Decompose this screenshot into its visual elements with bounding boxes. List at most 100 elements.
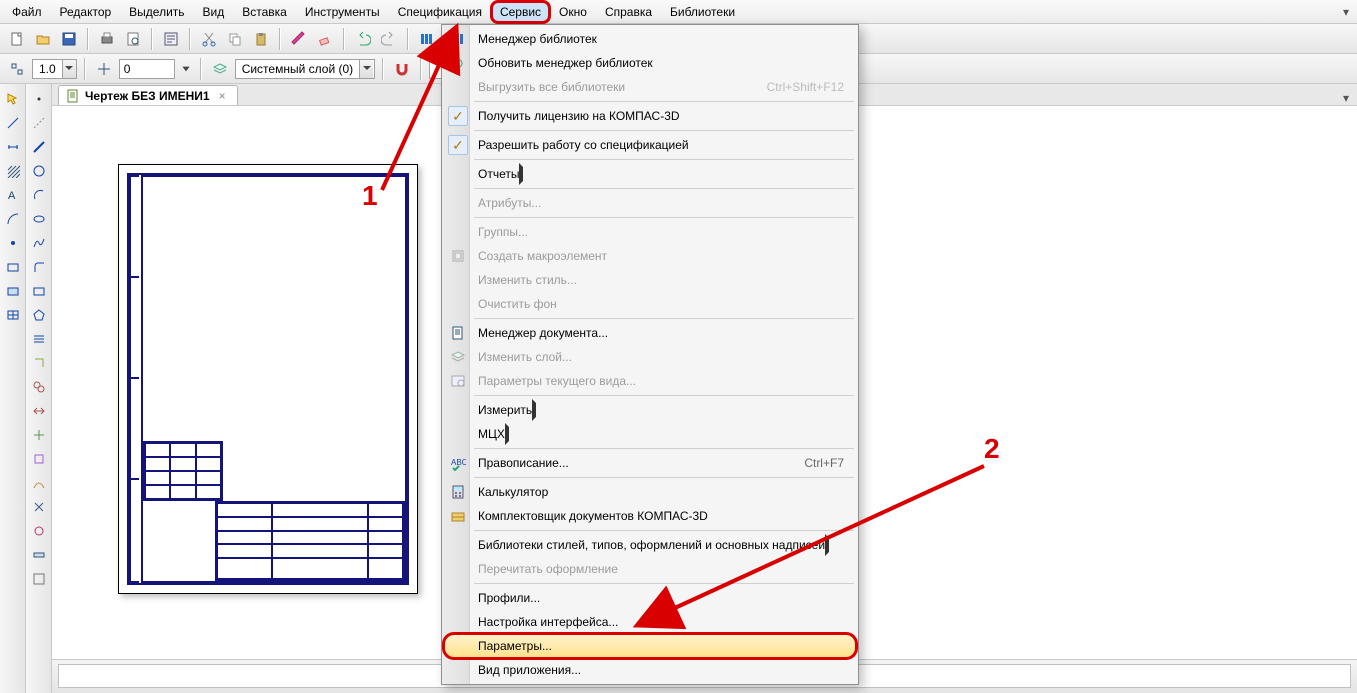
misc5-icon[interactable] [28,448,50,470]
menu-item-0[interactable]: Менеджер библиотек [444,27,856,51]
menu-help[interactable]: Справка [597,2,660,22]
misc2-icon[interactable] [28,376,50,398]
misc1-icon[interactable] [28,352,50,374]
copy-button[interactable] [224,28,246,50]
misc7-icon[interactable] [28,496,50,518]
menu-view[interactable]: Вид [195,2,233,22]
new-doc-button[interactable] [6,28,28,50]
menu-select[interactable]: Выделить [121,2,192,22]
menu-item-34[interactable]: Параметры... [444,634,856,658]
refresh-icon [448,53,468,73]
menu-item-17[interactable]: Менеджер документа... [444,321,856,345]
menu-item-21[interactable]: Измерить [444,398,856,422]
circle-icon[interactable] [28,160,50,182]
menu-item-26[interactable]: Калькулятор [444,480,856,504]
print-preview-button[interactable] [122,28,144,50]
menu-spec[interactable]: Спецификация [390,2,490,22]
arc-tool-icon[interactable] [2,208,24,230]
misc4-icon[interactable] [28,424,50,446]
properties-button[interactable] [160,28,182,50]
print-button[interactable] [96,28,118,50]
misc9-icon[interactable] [28,544,50,566]
lib-manager-button[interactable] [416,28,438,50]
line-tool-icon[interactable] [2,112,24,134]
tabs-overflow-icon[interactable]: ▾ [1343,91,1357,105]
left-tool-rails: A [0,84,52,693]
dim-tool-icon[interactable] [2,136,24,158]
blank-icon [448,660,468,680]
menu-item-label: Выгрузить все библиотеки [478,80,625,94]
cut-button[interactable] [198,28,220,50]
menu-tools[interactable]: Инструменты [297,2,388,22]
menu-file[interactable]: Файл [4,2,50,22]
menu-item-8[interactable]: Отчеты [444,162,856,186]
rect3-icon[interactable] [28,280,50,302]
menu-editor[interactable]: Редактор [52,2,120,22]
layer-combo[interactable]: Системный слой (0) [235,59,375,79]
save-button[interactable] [58,28,80,50]
menu-item-4[interactable]: Получить лицензию на КОМПАС-3D [444,104,856,128]
document-tab[interactable]: Чертеж БЕЗ ИМЕНИ1 × [58,85,238,105]
menu-insert[interactable]: Вставка [234,2,295,22]
menubar-overflow-icon[interactable]: ▾ [1339,5,1353,19]
menu-item-1[interactable]: Обновить менеджер библиотек [444,51,856,75]
close-tab-icon[interactable]: × [216,89,229,103]
paste-button[interactable] [250,28,272,50]
menu-item-27[interactable]: Комплектовщик документов КОМПАС-3D [444,504,856,528]
menu-item-6[interactable]: Разрешить работу со спецификацией [444,133,856,157]
menu-item-32[interactable]: Профили... [444,586,856,610]
rect-tool-icon[interactable] [2,256,24,278]
scale-combo[interactable]: 1.0 [32,59,77,79]
menu-item-label: Разрешить работу со спецификацией [478,138,689,152]
eraser-button[interactable] [314,28,336,50]
menubar: Файл Редактор Выделить Вид Вставка Инстр… [0,0,1357,24]
snap-button[interactable] [6,58,28,80]
check-icon [448,135,468,155]
magnet-button[interactable] [391,58,413,80]
tool-rail-1: A [0,84,26,693]
pack-icon [448,506,468,526]
ellipse-icon[interactable] [28,208,50,230]
cursor-tool-icon[interactable] [2,88,24,110]
blank-icon [448,612,468,632]
menu-item-22[interactable]: МЦХ [444,422,856,446]
misc6-icon[interactable] [28,472,50,494]
layer-icon[interactable] [209,58,231,80]
poly-icon[interactable] [28,304,50,326]
redo-button[interactable] [378,28,400,50]
segment-icon[interactable] [28,136,50,158]
step-input[interactable] [119,59,175,79]
menu-item-label: Получить лицензию на КОМПАС-3D [478,109,680,123]
menu-libraries[interactable]: Библиотеки [662,2,743,22]
menu-item-label: Библиотеки стилей, типов, оформлений и о… [478,538,825,552]
arc2-icon[interactable] [28,184,50,206]
step-dd[interactable] [179,58,193,80]
multiline-icon[interactable] [28,328,50,350]
undo-button[interactable] [352,28,374,50]
misc10-icon[interactable] [28,568,50,590]
menu-window[interactable]: Окно [551,2,595,22]
menu-item-35[interactable]: Вид приложения... [444,658,856,682]
step-button[interactable] [93,58,115,80]
misc8-icon[interactable] [28,520,50,542]
menu-item-24[interactable]: ABCПравописание...Ctrl+F7 [444,451,856,475]
fillet-icon[interactable] [28,256,50,278]
spline-icon[interactable] [28,232,50,254]
service-menu-dropdown: Менеджер библиотекОбновить менеджер библ… [441,24,859,685]
open-button[interactable] [32,28,54,50]
hatch-tool-icon[interactable] [2,160,24,182]
misc3-icon[interactable] [28,400,50,422]
menu-item-33[interactable]: Настройка интерфейса... [444,610,856,634]
brush-button[interactable] [288,28,310,50]
menu-item-label: МЦХ [478,427,505,441]
menu-item-label: Отчеты [478,167,519,181]
text-tool-icon[interactable]: A [2,184,24,206]
menu-item-label: Правописание... [478,456,569,470]
rect2-tool-icon[interactable] [2,280,24,302]
table-tool-icon[interactable] [2,304,24,326]
menu-service[interactable]: Сервис [492,2,549,22]
point-tool-icon[interactable] [2,232,24,254]
aux-line-icon[interactable] [28,112,50,134]
point2-icon[interactable] [28,88,50,110]
menu-item-29[interactable]: Библиотеки стилей, типов, оформлений и о… [444,533,856,557]
